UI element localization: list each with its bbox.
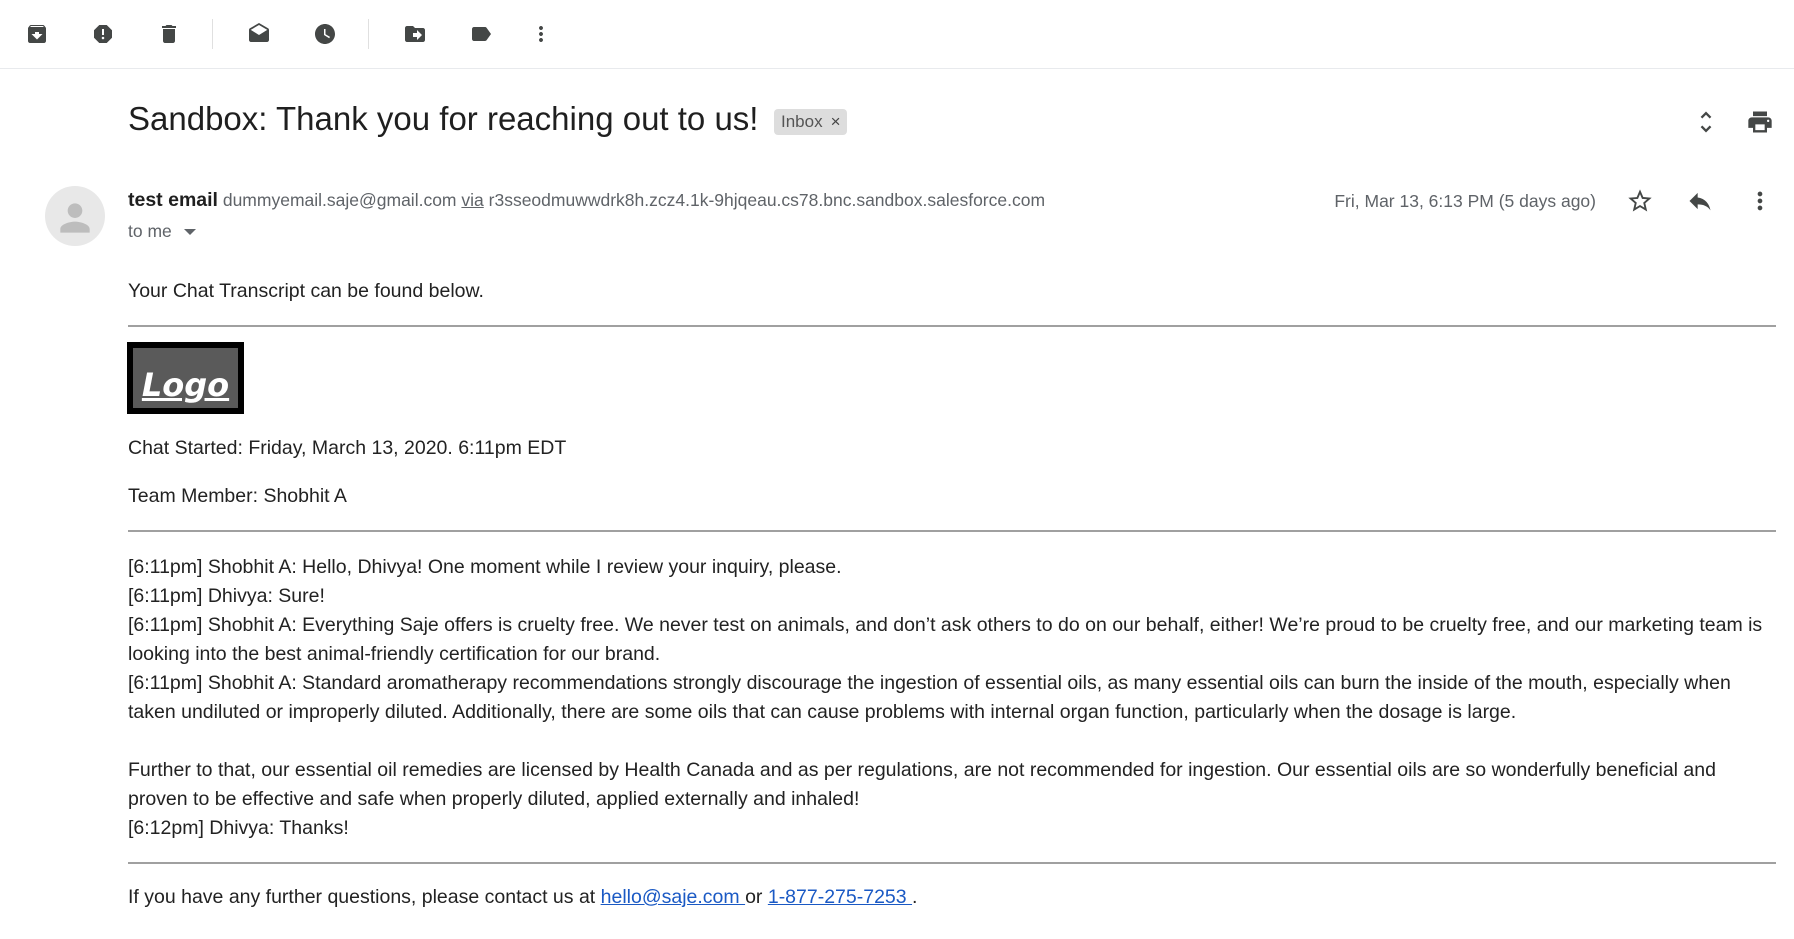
- divider: [128, 530, 1776, 532]
- star-icon[interactable]: [1622, 183, 1658, 219]
- email-date: Fri, Mar 13, 6:13 PM (5 days ago): [1334, 191, 1596, 211]
- transcript-line: Further to that, our essential oil remed…: [128, 759, 1716, 810]
- mark-unread-icon[interactable]: [242, 17, 276, 51]
- reply-icon[interactable]: [1682, 183, 1718, 219]
- email-subject: Sandbox: Thank you for reaching out to u…: [128, 100, 759, 137]
- toolbar-divider: [368, 19, 369, 49]
- recipient-details-toggle[interactable]: to me: [128, 221, 196, 242]
- delete-icon[interactable]: [152, 17, 186, 51]
- chat-started: Chat Started: Friday, March 13, 2020. 6:…: [128, 437, 567, 459]
- logo: Logo: [127, 342, 244, 414]
- snooze-icon[interactable]: [308, 17, 342, 51]
- divider: [128, 862, 1776, 864]
- contact-footer: If you have any further questions, pleas…: [128, 886, 917, 909]
- more-vert-icon[interactable]: [524, 17, 558, 51]
- sender-avatar[interactable]: [45, 186, 105, 246]
- move-to-icon[interactable]: [398, 17, 432, 51]
- archive-icon[interactable]: [20, 17, 54, 51]
- via-domain: r3sseodmuwwdrk8h.zcz4.1k-9hjqeau.cs78.bn…: [488, 190, 1046, 210]
- footer-suffix: .: [912, 886, 918, 908]
- recipient-text: to me: [128, 221, 172, 241]
- divider: [128, 325, 1776, 327]
- more-vert-icon[interactable]: [1742, 183, 1778, 219]
- sender-email: dummyemail.saje@gmail.com: [222, 190, 457, 210]
- sender-name[interactable]: test email: [128, 189, 218, 211]
- label-chip-text: Inbox: [781, 112, 823, 131]
- print-icon[interactable]: [1742, 104, 1778, 140]
- chevron-down-icon: [183, 228, 196, 235]
- footer-or: or: [745, 886, 768, 908]
- logo-text: Logo: [141, 366, 230, 404]
- transcript-line: [6:11pm] Shobhit A: Hello, Dhivya! One m…: [128, 556, 842, 578]
- remove-label-icon[interactable]: ×: [831, 112, 841, 132]
- toolbar: [0, 0, 1794, 69]
- report-spam-icon[interactable]: [86, 17, 120, 51]
- transcript-line: [6:11pm] Shobhit A: Standard aromatherap…: [128, 672, 1731, 723]
- intro-text: Your Chat Transcript can be found below.: [128, 280, 484, 302]
- team-member: Team Member: Shobhit A: [128, 485, 347, 507]
- transcript-line: [6:12pm] Dhivya: Thanks!: [128, 817, 349, 839]
- contact-phone-link[interactable]: 1-877-275-7253: [768, 886, 912, 908]
- label-icon[interactable]: [464, 17, 498, 51]
- via-link[interactable]: via: [461, 190, 483, 210]
- inbox-label-chip[interactable]: Inbox ×: [774, 109, 847, 135]
- transcript-line: [6:11pm] Shobhit A: Everything Saje offe…: [128, 614, 1763, 665]
- chat-transcript: [6:11pm] Shobhit A: Hello, Dhivya! One m…: [128, 553, 1780, 843]
- transcript-line: [6:11pm] Dhivya: Sure!: [128, 585, 325, 607]
- sender-line: test email dummyemail.saje@gmail.com via…: [128, 189, 1045, 212]
- toolbar-divider: [212, 19, 213, 49]
- contact-email-link[interactable]: hello@saje.com: [601, 886, 745, 908]
- person-icon: [60, 203, 90, 233]
- footer-prefix: If you have any further questions, pleas…: [128, 886, 601, 908]
- expand-all-icon[interactable]: [1688, 104, 1724, 140]
